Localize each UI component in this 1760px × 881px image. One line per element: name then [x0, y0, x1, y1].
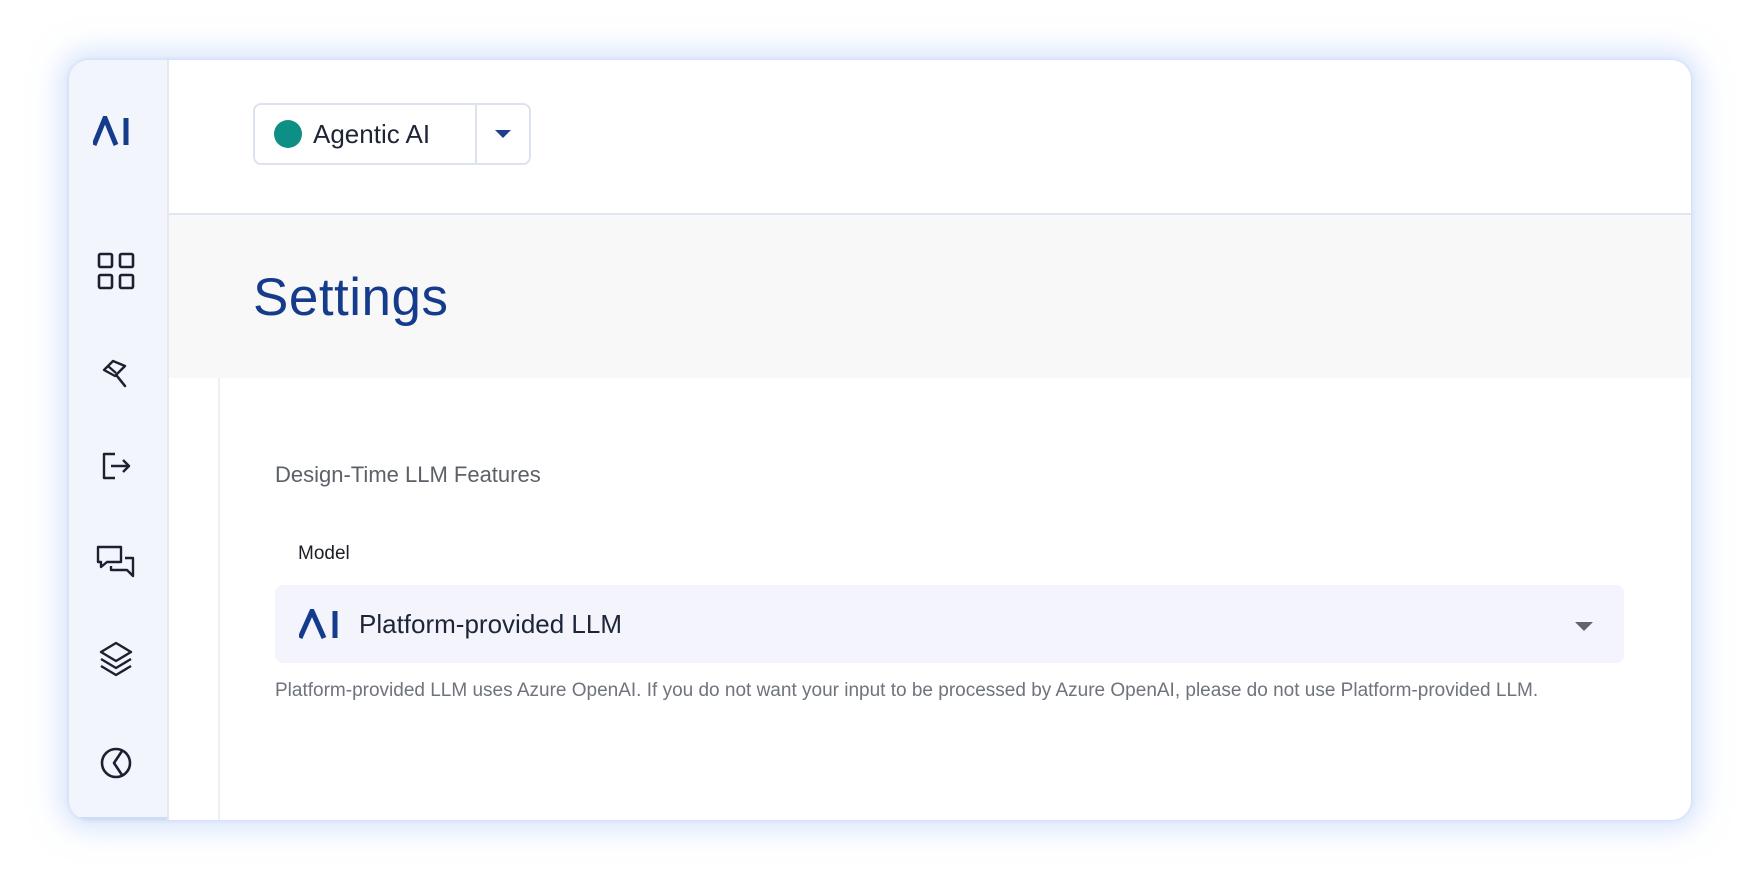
sidebar-bottom-accent	[69, 817, 167, 820]
workspace-current[interactable]: Agentic AI	[255, 105, 477, 163]
page-title: Settings	[253, 268, 449, 327]
model-select[interactable]: Platform-provided LLM	[275, 585, 1624, 663]
section-title: Design-Time LLM Features	[275, 462, 541, 487]
chevron-down-icon	[495, 130, 511, 138]
nav-item-tools[interactable]	[93, 350, 139, 396]
chat-bubbles-icon	[96, 545, 135, 578]
workspace-name: Agentic AI	[313, 118, 431, 149]
nav-item-deploy[interactable]	[93, 443, 139, 489]
model-helper-text: Platform-provided LLM uses Azure OpenAI.…	[275, 680, 1539, 701]
chevron-down-icon	[1575, 622, 1593, 631]
nav-item-analytics[interactable]	[93, 740, 139, 786]
layers-icon	[99, 641, 133, 677]
model-field-label: Model	[298, 543, 350, 564]
model-select-value: Platform-provided LLM	[359, 608, 622, 639]
grid-icon	[97, 252, 135, 290]
nav-item-conversations[interactable]	[93, 540, 139, 586]
workspace-status-dot	[274, 120, 302, 148]
topbar: Agentic AI	[169, 60, 1691, 215]
sidebar	[69, 60, 169, 820]
ai-logo-icon[interactable]	[93, 116, 133, 146]
sign-out-arrow-icon	[102, 452, 131, 480]
settings-panel: Design-Time LLM Features Model Platform-…	[218, 378, 1691, 820]
workspace-dropdown-toggle[interactable]	[477, 105, 529, 163]
nav-item-dashboard[interactable]	[93, 248, 139, 294]
workspace-selector[interactable]: Agentic AI	[253, 103, 531, 165]
page-header: Settings	[169, 215, 1691, 378]
tools-icon	[102, 359, 127, 388]
nav-item-knowledge[interactable]	[93, 636, 139, 682]
ai-logo-icon	[299, 609, 338, 639]
app-window: Agentic AI Settings Design-Time LLM Feat…	[69, 60, 1691, 820]
pie-chart-icon	[100, 747, 132, 779]
